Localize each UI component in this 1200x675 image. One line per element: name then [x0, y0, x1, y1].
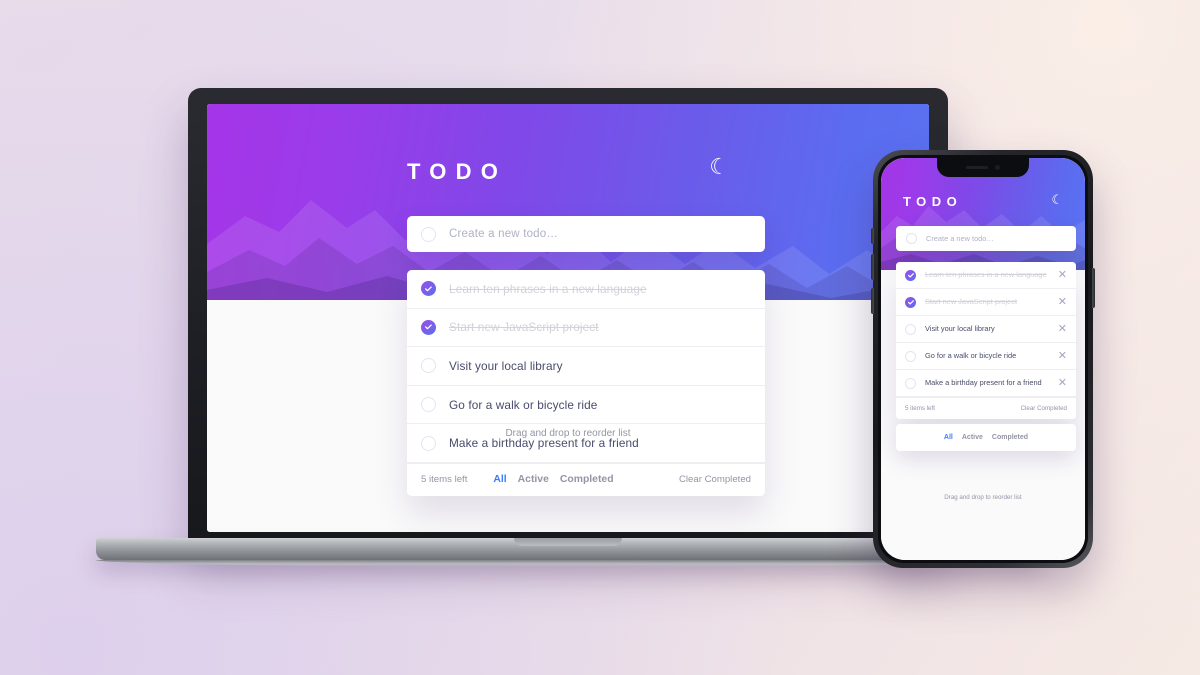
- todo-item-4[interactable]: Make a birthday present for a friend ✕: [896, 370, 1076, 397]
- todo-item-0[interactable]: Learn ten phrases in a new language ✕: [896, 262, 1076, 289]
- filter-completed[interactable]: Completed: [992, 434, 1028, 441]
- phone-device-mockup: TODO ☾ Create a new todo… Learn ten phra…: [871, 150, 1095, 568]
- todo-item-label: Learn ten phrases in a new language: [449, 281, 647, 296]
- phone-body: TODO ☾ Create a new todo… Learn ten phra…: [871, 150, 1095, 568]
- filter-all[interactable]: All: [944, 434, 953, 441]
- new-todo-circle-icon: [906, 233, 917, 244]
- filter-card-mobile: All Active Completed: [896, 424, 1076, 451]
- delete-todo-close-icon[interactable]: ✕: [1058, 323, 1067, 335]
- filter-completed[interactable]: Completed: [560, 474, 614, 485]
- new-todo-placeholder: Create a new todo…: [449, 228, 559, 240]
- todo-app-mobile: TODO ☾ Create a new todo… Learn ten phra…: [881, 158, 1085, 560]
- todo-item-1[interactable]: Start new JavaScript project ✕: [896, 289, 1076, 316]
- filter-group: All Active Completed: [493, 474, 613, 485]
- laptop-device-mockup: TODO ☾ Create a new todo… Learn ten phra…: [96, 88, 1040, 567]
- app-title: TODO: [903, 194, 963, 209]
- earpiece-speaker-icon: [966, 166, 988, 169]
- new-todo-circle-icon: [421, 226, 436, 242]
- filter-active[interactable]: Active: [962, 434, 983, 441]
- new-todo-placeholder: Create a new todo…: [926, 234, 994, 243]
- checkbox-checked-icon[interactable]: [905, 269, 916, 281]
- scene: TODO ☾ Create a new todo… Learn ten phra…: [0, 0, 1200, 675]
- delete-todo-close-icon[interactable]: ✕: [1058, 296, 1067, 308]
- todo-item-label: Start new JavaScript project: [925, 297, 1018, 306]
- todo-item-label: Visit your local library: [449, 358, 563, 373]
- checkbox-checked-icon[interactable]: [421, 319, 436, 335]
- phone-volume-down-button[interactable]: [871, 288, 874, 314]
- checkbox-empty-icon[interactable]: [905, 350, 916, 362]
- phone-power-button[interactable]: [1092, 268, 1095, 308]
- clear-completed-button[interactable]: Clear Completed: [1021, 405, 1067, 412]
- new-todo-input-row[interactable]: Create a new todo…: [407, 216, 765, 252]
- phone-volume-up-button[interactable]: [871, 254, 874, 280]
- delete-todo-close-icon[interactable]: ✕: [1058, 377, 1067, 389]
- checkbox-empty-icon[interactable]: [421, 358, 436, 374]
- checkbox-checked-icon[interactable]: [905, 296, 916, 308]
- todo-item-0[interactable]: Learn ten phrases in a new language: [407, 270, 765, 309]
- todo-list-card-desktop: Learn ten phrases in a new language Star…: [407, 270, 765, 496]
- filter-active[interactable]: Active: [518, 474, 549, 485]
- phone-notch: [937, 158, 1029, 177]
- delete-todo-close-icon[interactable]: ✕: [1058, 350, 1067, 362]
- todo-item-3[interactable]: Go for a walk or bicycle ride ✕: [896, 343, 1076, 370]
- phone-bezel: TODO ☾ Create a new todo… Learn ten phra…: [878, 155, 1088, 563]
- todo-item-1[interactable]: Start new JavaScript project: [407, 308, 765, 348]
- todo-item-label: Start new JavaScript project: [449, 320, 599, 335]
- todo-item-label: Visit your local library: [925, 324, 995, 333]
- front-camera-icon: [995, 165, 1000, 170]
- todo-item-label: Learn ten phrases in a new language: [925, 270, 1047, 279]
- todo-footer-mobile: 5 items left Clear Completed: [896, 397, 1076, 419]
- drag-drop-hint: Drag and drop to reorder list: [944, 494, 1022, 501]
- items-left-count: 5 items left: [905, 405, 935, 412]
- items-left-count: 5 items left: [421, 474, 468, 486]
- laptop-lid: TODO ☾ Create a new todo… Learn ten phra…: [188, 88, 948, 546]
- phone-mute-button[interactable]: [871, 228, 874, 244]
- checkbox-checked-icon[interactable]: [421, 281, 436, 297]
- clear-completed-button[interactable]: Clear Completed: [679, 474, 751, 485]
- drag-drop-hint: Drag and drop to reorder list: [505, 428, 631, 439]
- app-title: TODO: [407, 159, 508, 184]
- todo-item-2[interactable]: Visit your local library ✕: [896, 316, 1076, 343]
- todo-item-label: Go for a walk or bicycle ride: [449, 397, 598, 412]
- checkbox-empty-icon[interactable]: [421, 397, 436, 413]
- moon-icon[interactable]: ☾: [1051, 193, 1063, 206]
- todo-item-label: Make a birthday present for a friend: [925, 378, 1042, 387]
- laptop-screen: TODO ☾ Create a new todo… Learn ten phra…: [207, 104, 929, 532]
- checkbox-empty-icon[interactable]: [905, 377, 916, 389]
- todo-app-desktop: TODO ☾ Create a new todo… Learn ten phra…: [207, 104, 929, 532]
- todo-item-label: Go for a walk or bicycle ride: [925, 351, 1017, 360]
- moon-icon[interactable]: ☾: [709, 156, 729, 178]
- new-todo-input-row[interactable]: Create a new todo…: [896, 226, 1076, 251]
- phone-screen: TODO ☾ Create a new todo… Learn ten phra…: [881, 158, 1085, 560]
- filter-all[interactable]: All: [493, 474, 506, 485]
- todo-list-card-mobile: Learn ten phrases in a new language ✕ St…: [896, 262, 1076, 419]
- todo-item-3[interactable]: Go for a walk or bicycle ride: [407, 385, 765, 425]
- todo-item-2[interactable]: Visit your local library: [407, 347, 765, 386]
- todo-footer-desktop: 5 items left All Active Completed Clear …: [407, 462, 765, 496]
- checkbox-empty-icon[interactable]: [905, 323, 916, 335]
- delete-todo-close-icon[interactable]: ✕: [1058, 269, 1067, 281]
